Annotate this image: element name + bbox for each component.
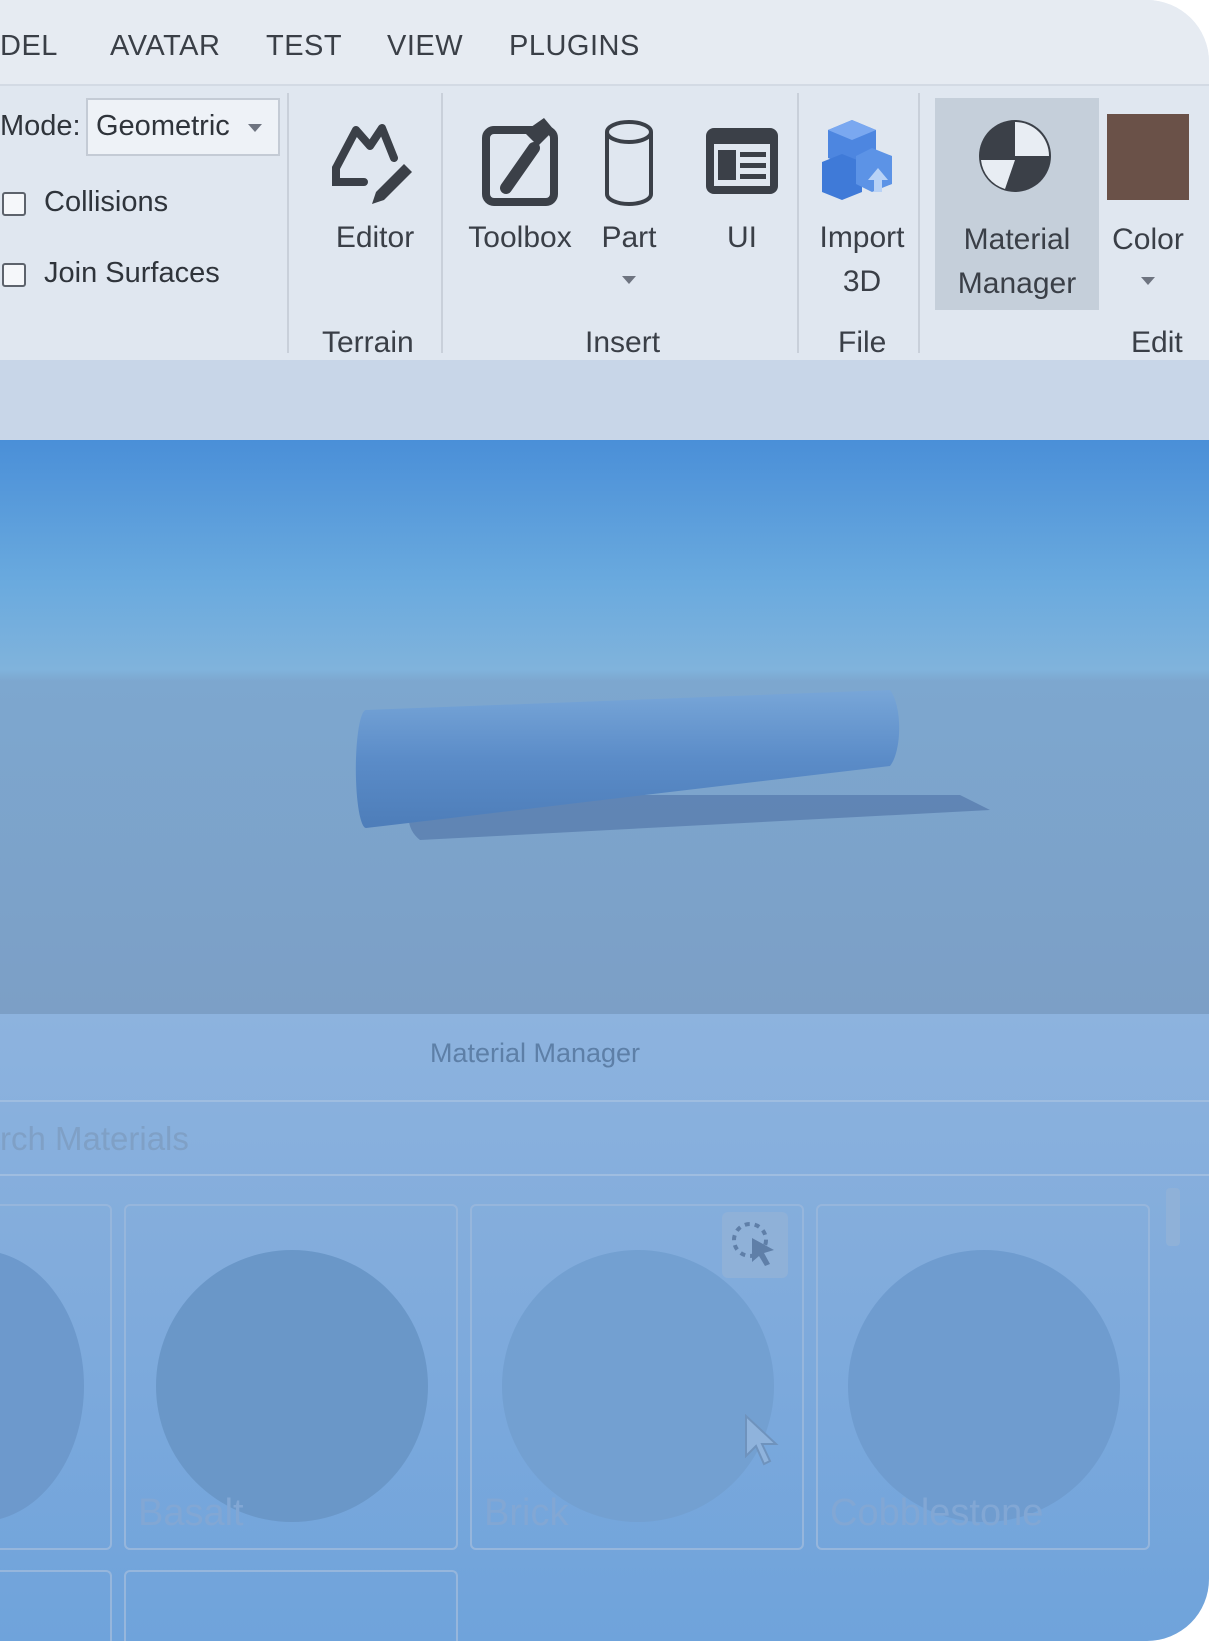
group-label-file: File xyxy=(838,326,887,359)
join-surfaces-checkbox[interactable] xyxy=(2,263,26,287)
divider xyxy=(0,1174,1209,1176)
material-sphere xyxy=(156,1250,428,1522)
import-3d-label-2: 3D xyxy=(842,265,882,298)
divider xyxy=(0,1100,1209,1102)
material-card[interactable] xyxy=(124,1570,458,1641)
material-card[interactable] xyxy=(0,1570,112,1641)
mouse-cursor-icon xyxy=(745,1414,779,1466)
group-label-insert: Insert xyxy=(585,326,661,359)
toolbox-icon xyxy=(482,118,558,206)
material-card[interactable] xyxy=(0,1204,112,1550)
menu-item-avatar[interactable]: AVATAR xyxy=(110,30,220,63)
apply-to-selection-button[interactable] xyxy=(722,1212,788,1278)
group-label-edit: Edit xyxy=(1131,326,1183,359)
viewport-scene xyxy=(355,690,990,840)
ribbon-separator xyxy=(441,93,443,353)
import-3d-icon xyxy=(822,120,892,200)
material-sphere xyxy=(0,1250,84,1522)
material-label: Cobblestone xyxy=(830,1492,1044,1534)
collisions-checkbox[interactable] xyxy=(2,192,26,216)
toolbar-strip xyxy=(0,360,1209,442)
mode-select-value: Geometric xyxy=(96,110,230,142)
color-swatch[interactable] xyxy=(1107,114,1189,200)
chevron-down-icon[interactable] xyxy=(622,276,636,284)
material-card-brick[interactable]: Brick xyxy=(470,1204,804,1550)
toolbox-button[interactable]: Toolbox xyxy=(462,98,578,318)
part-label: Part xyxy=(601,221,657,254)
mode-label: Mode: xyxy=(0,110,81,142)
3d-viewport[interactable] xyxy=(0,440,1209,1014)
import-3d-label: Import xyxy=(819,221,905,254)
menu-item-model[interactable]: DEL xyxy=(0,30,58,63)
material-sphere xyxy=(848,1250,1120,1522)
material-card-basalt[interactable]: Basalt xyxy=(124,1204,458,1550)
chevron-down-icon[interactable] xyxy=(1141,277,1155,285)
editor-button[interactable]: Editor xyxy=(320,98,430,318)
ribbon-separator xyxy=(287,93,289,353)
menu-item-test[interactable]: TEST xyxy=(266,30,342,63)
part-button[interactable]: Part xyxy=(588,98,670,298)
material-sphere xyxy=(502,1250,774,1522)
select-cursor-icon xyxy=(732,1222,774,1266)
ribbon-separator xyxy=(797,93,799,353)
studio-window: DEL AVATAR TEST VIEW PLUGINS Mode: Geome… xyxy=(0,0,1209,1641)
material-manager-button[interactable]: Material Manager xyxy=(935,98,1099,310)
chevron-down-icon xyxy=(248,124,262,132)
part-icon xyxy=(605,120,653,206)
ui-icon xyxy=(706,128,778,194)
material-manager-panel: Material Manager rch Materials Basalt Br… xyxy=(0,1014,1209,1641)
join-surfaces-label: Join Surfaces xyxy=(44,257,220,289)
material-label: Brick xyxy=(484,1492,569,1534)
editor-icon xyxy=(332,124,412,204)
material-manager-label-2: Manager xyxy=(957,267,1077,300)
ui-label: UI xyxy=(727,221,757,254)
ribbon-separator xyxy=(918,93,920,353)
import-3d-button[interactable]: Import 3D xyxy=(812,98,912,318)
search-input[interactable]: rch Materials xyxy=(0,1120,189,1158)
menu-item-plugins[interactable]: PLUGINS xyxy=(509,30,640,63)
mode-select[interactable]: Geometric xyxy=(86,98,280,156)
material-manager-icon xyxy=(979,120,1051,192)
scrollbar[interactable] xyxy=(1166,1188,1180,1246)
material-card-cobblestone[interactable]: Cobblestone xyxy=(816,1204,1150,1550)
group-label-terrain: Terrain xyxy=(322,326,414,359)
ui-button[interactable]: UI xyxy=(700,98,784,298)
panel-title: Material Manager xyxy=(429,1038,641,1068)
material-manager-label: Material xyxy=(963,223,1071,256)
editor-label: Editor xyxy=(335,221,415,254)
collisions-label: Collisions xyxy=(44,186,169,218)
color-label[interactable]: Color xyxy=(1104,218,1192,262)
menu-bar: DEL AVATAR TEST VIEW PLUGINS xyxy=(0,0,1209,86)
material-label: Basalt xyxy=(138,1492,244,1534)
menu-item-view[interactable]: VIEW xyxy=(387,30,463,63)
toolbox-label: Toolbox xyxy=(468,221,572,254)
